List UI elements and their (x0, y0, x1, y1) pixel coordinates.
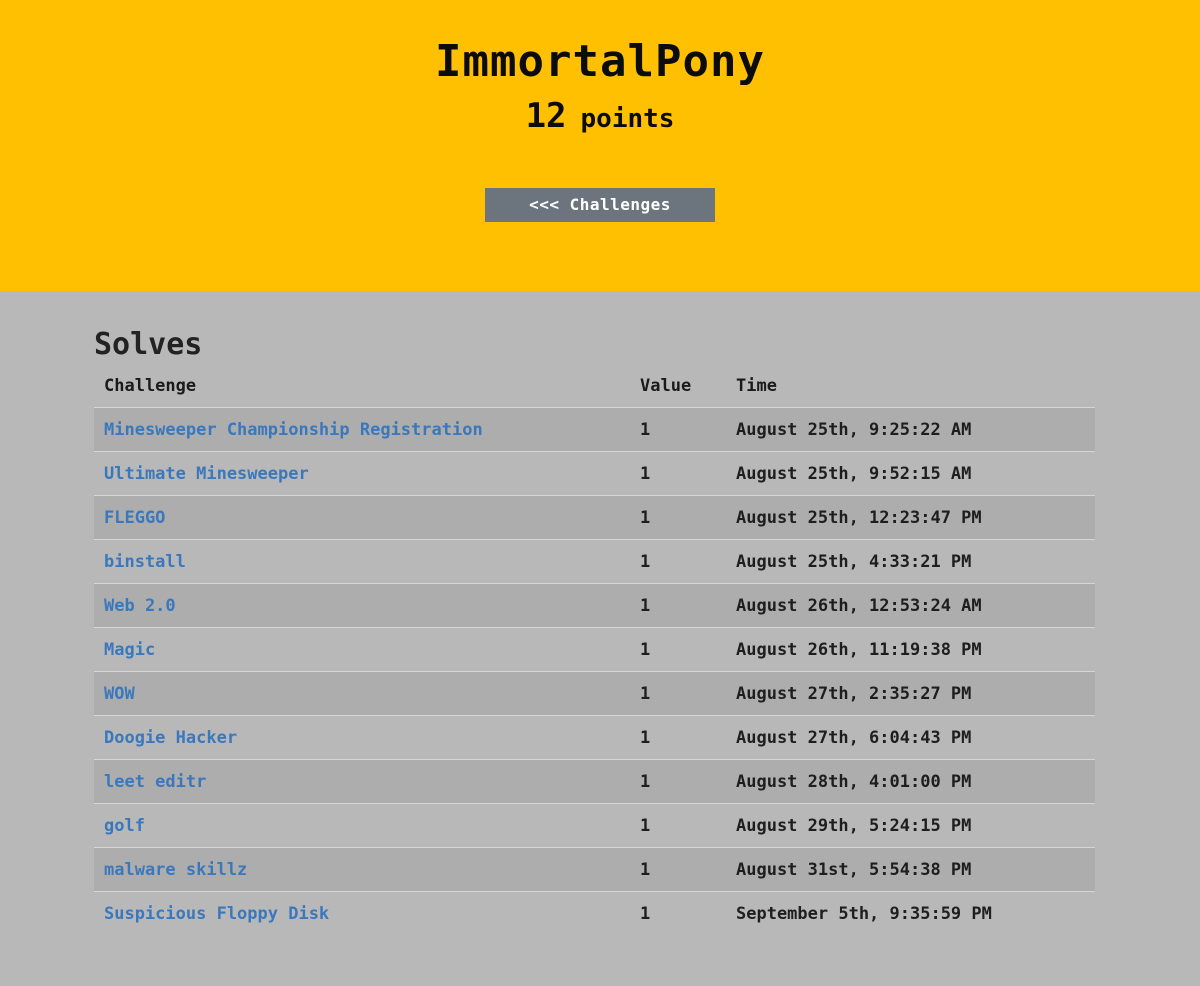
value-cell: 1 (630, 847, 726, 892)
column-header-time: Time (726, 373, 1095, 408)
challenge-link[interactable]: binstall (104, 552, 186, 572)
time-cell: August 25th, 4:33:21 PM (726, 539, 1095, 584)
team-score: 12 points (0, 96, 1200, 142)
time-cell: August 25th, 9:25:22 AM (726, 407, 1095, 452)
value-cell: 1 (630, 539, 726, 584)
solves-title: Solves (94, 327, 203, 362)
table-row: FLEGGO 1 August 25th, 12:23:47 PM (94, 495, 1095, 540)
challenge-link[interactable]: malware skillz (104, 860, 247, 880)
challenge-link[interactable]: golf (104, 816, 145, 836)
challenge-link[interactable]: FLEGGO (104, 508, 165, 528)
value-cell: 1 (630, 627, 726, 672)
back-to-challenges-button[interactable]: <<< Challenges (485, 188, 715, 222)
challenge-link[interactable]: Web 2.0 (104, 596, 176, 616)
time-cell: August 26th, 12:53:24 AM (726, 583, 1095, 628)
value-cell: 1 (630, 671, 726, 716)
challenge-link[interactable]: leet editr (104, 772, 206, 792)
table-row: binstall 1 August 25th, 4:33:21 PM (94, 539, 1095, 584)
challenge-link[interactable]: WOW (104, 684, 135, 704)
time-cell: August 25th, 9:52:15 AM (726, 451, 1095, 496)
challenge-cell: FLEGGO (94, 495, 630, 540)
challenge-cell: Ultimate Minesweeper (94, 451, 630, 496)
challenge-cell: Magic (94, 627, 630, 672)
value-cell: 1 (630, 759, 726, 804)
challenge-cell: binstall (94, 539, 630, 584)
score-value: 12 (525, 96, 567, 136)
table-row: WOW 1 August 27th, 2:35:27 PM (94, 671, 1095, 716)
challenge-link[interactable]: Magic (104, 640, 155, 660)
time-cell: August 26th, 11:19:38 PM (726, 627, 1095, 672)
time-cell: September 5th, 9:35:59 PM (726, 891, 1095, 935)
challenge-link[interactable]: Ultimate Minesweeper (104, 464, 309, 484)
time-cell: August 25th, 12:23:47 PM (726, 495, 1095, 540)
challenge-cell: Web 2.0 (94, 583, 630, 628)
challenge-cell: golf (94, 803, 630, 848)
column-header-value: Value (630, 373, 726, 408)
score-unit: points (580, 104, 675, 134)
table-row: Doogie Hacker 1 August 27th, 6:04:43 PM (94, 715, 1095, 760)
table-row: Suspicious Floppy Disk 1 September 5th, 9:… (94, 891, 1095, 935)
challenge-link[interactable]: Minesweeper Championship Registration (104, 420, 483, 440)
value-cell: 1 (630, 583, 726, 628)
time-cell: August 27th, 6:04:43 PM (726, 715, 1095, 760)
time-cell: August 27th, 2:35:27 PM (726, 671, 1095, 716)
team-header: ImmortalPony 12 points <<< Challenges (0, 0, 1200, 291)
challenge-link[interactable]: Suspicious Floppy Disk (104, 904, 329, 924)
challenge-cell: Minesweeper Championship Registration (94, 407, 630, 452)
column-header-challenge: Challenge (94, 373, 630, 408)
value-cell: 1 (630, 407, 726, 452)
team-name: ImmortalPony (435, 36, 765, 87)
time-cell: August 31st, 5:54:38 PM (726, 847, 1095, 892)
table-row: malware skillz 1 August 31st, 5:54:38 PM (94, 847, 1095, 892)
challenge-cell: malware skillz (94, 847, 630, 892)
challenge-cell: WOW (94, 671, 630, 716)
value-cell: 1 (630, 891, 726, 935)
table-row: leet editr 1 August 28th, 4:01:00 PM (94, 759, 1095, 804)
time-cell: August 29th, 5:24:15 PM (726, 803, 1095, 848)
table-row: Minesweeper Championship Registration 1 Au… (94, 407, 1095, 452)
challenge-cell: Doogie Hacker (94, 715, 630, 760)
table-row: golf 1 August 29th, 5:24:15 PM (94, 803, 1095, 848)
main-content: Solves Challenge Value Time Minesweeper … (0, 291, 1200, 935)
time-cell: August 28th, 4:01:00 PM (726, 759, 1095, 804)
table-row: Web 2.0 1 August 26th, 12:53:24 AM (94, 583, 1095, 628)
table-row: Ultimate Minesweeper 1 August 25th, 9:52:1… (94, 451, 1095, 496)
challenge-link[interactable]: Doogie Hacker (104, 728, 237, 748)
challenge-cell: leet editr (94, 759, 630, 804)
value-cell: 1 (630, 495, 726, 540)
value-cell: 1 (630, 803, 726, 848)
table-header-row: Challenge Value Time (94, 373, 1095, 408)
value-cell: 1 (630, 451, 726, 496)
value-cell: 1 (630, 715, 726, 760)
solves-table: Challenge Value Time Minesweeper Champio… (94, 373, 1095, 935)
table-row: Magic 1 August 26th, 11:19:38 PM (94, 627, 1095, 672)
challenge-cell: Suspicious Floppy Disk (94, 891, 630, 935)
